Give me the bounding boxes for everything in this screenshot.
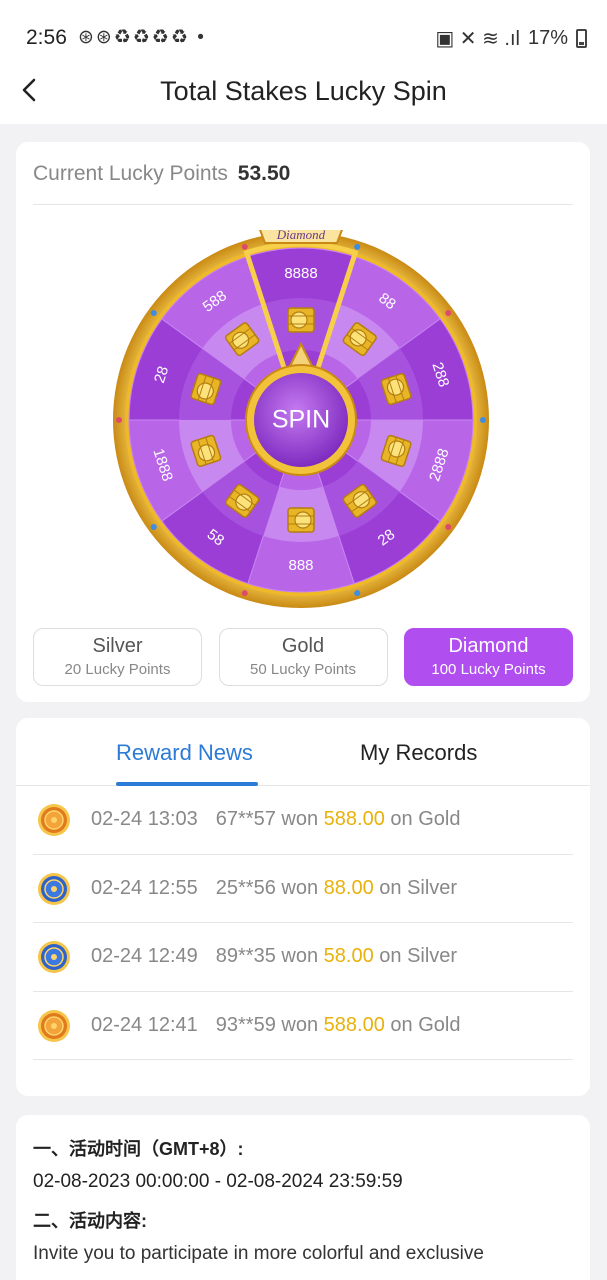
divider [33, 204, 573, 205]
lucky-points-row: Current Lucky Points 53.50 [33, 162, 290, 186]
news-row: 02-24 12:41 93**59 won 588.00 on Gold [33, 992, 573, 1060]
news-row: 02-24 13:03 67**57 won 588.00 on Gold [33, 786, 573, 855]
gold-coin-icon [38, 1009, 70, 1042]
news-tier: on Gold [390, 808, 461, 830]
tier-silver[interactable]: Silver 20 Lucky Points [33, 628, 202, 686]
news-text: 02-24 13:03 67**57 won 588.00 on Gold [91, 808, 460, 831]
activity-time-heading: 一、活动时间（GMT+8）: [33, 1139, 244, 1159]
coin-stack-icon [287, 307, 315, 333]
system-icons: ▣ ✕ ≋ .ıl [435, 28, 520, 50]
news-datetime: 02-24 12:55 [91, 876, 198, 899]
tier-selector: Silver 20 Lucky Points Gold 50 Lucky Poi… [33, 628, 573, 686]
tier-points: 50 Lucky Points [250, 661, 356, 678]
news-amount: 58.00 [323, 945, 374, 967]
news-user: 93**59 [215, 1013, 276, 1036]
tab-my-records[interactable]: My Records [360, 740, 477, 766]
tier-name: Diamond [448, 635, 529, 657]
activity-content-text: Invite you to participate in more colorf… [33, 1243, 484, 1264]
lucky-points-value: 53.50 [237, 162, 291, 185]
tier-name: Silver [92, 635, 143, 657]
news-tier: on Silver [379, 876, 458, 899]
spin-button[interactable] [247, 375, 353, 481]
tier-name: Gold [281, 635, 325, 657]
tier-banner-label: Diamond [276, 230, 326, 242]
status-time: 2:56 [26, 26, 67, 49]
activity-info-card: 一、活动时间（GMT+8）: 02-08-2023 00:00:00 - 02-… [16, 1115, 590, 1280]
news-row: 02-24 12:55 25**56 won 88.00 on Silver [33, 855, 573, 923]
coin-stack-icon [287, 507, 315, 533]
app-header: Total Stakes Lucky Spin [0, 60, 607, 124]
battery-icon [576, 29, 587, 48]
news-row: 02-24 12:49 89**35 won 58.00 on Silver [33, 923, 573, 992]
tab-reward-news[interactable]: Reward News [116, 740, 253, 766]
tier-points: 100 Lucky Points [431, 661, 546, 678]
news-amount: 588.00 [323, 808, 385, 830]
news-user: 25**56 [215, 876, 276, 899]
news-datetime: 02-24 13:03 [91, 808, 198, 830]
news-amount: 88.00 [323, 876, 374, 899]
news-won: won [281, 876, 319, 899]
news-text: 02-24 12:49 89**35 won 58.00 on Silver [91, 945, 457, 968]
news-datetime: 02-24 12:49 [91, 945, 198, 967]
lucky-spin-card: Current Lucky Points 53.50 8888 88 288 2888… [16, 142, 590, 702]
tier-gold[interactable]: Gold 50 Lucky Points [218, 628, 388, 686]
gold-coin-icon [38, 804, 70, 836]
news-amount: 588.00 [323, 1013, 385, 1036]
notification-icons: ⊛⊛♻♻♻♻ • [78, 27, 206, 48]
status-right: ▣ ✕ ≋ .ıl 17% [435, 26, 587, 51]
battery-percent: 17% [527, 27, 568, 49]
prize-wheel[interactable]: 8888 88 288 2888 28 888 58 1888 28 588 Diamond SPIN [111, 230, 491, 610]
news-user: 89**35 [215, 945, 276, 967]
segment-prize-label: 888 [288, 557, 313, 574]
activity-content-heading: 二、活动内容: [33, 1211, 147, 1231]
tier-diamond[interactable]: Diamond 100 Lucky Points [404, 628, 573, 686]
news-tier: on Silver [379, 945, 458, 967]
news-text: 02-24 12:41 93**59 won 588.00 on Gold [91, 1014, 460, 1037]
news-won: won [281, 808, 319, 830]
news-won: won [281, 945, 319, 967]
reward-news-list: 02-24 13:03 67**57 won 588.00 on Gold 02-2… [33, 786, 573, 1060]
news-tier: on Gold [390, 1013, 461, 1036]
silver-coin-icon [38, 941, 70, 973]
page-title: Total Stakes Lucky Spin [160, 76, 447, 106]
tier-points: 20 Lucky Points [64, 661, 171, 678]
segment-prize-label: 8888 [284, 265, 317, 282]
tab-bar: Reward News My Records [16, 718, 590, 786]
news-user: 67**57 [215, 808, 276, 830]
silver-coin-icon [38, 872, 70, 905]
news-datetime: 02-24 12:41 [91, 1013, 198, 1036]
news-won: won [281, 1013, 319, 1036]
activity-time-range: 02-08-2023 00:00:00 - 02-08-2024 23:59:5… [33, 1171, 403, 1192]
news-text: 02-24 12:55 25**56 won 88.00 on Silver [91, 877, 457, 900]
lucky-points-label: Current Lucky Points [33, 162, 228, 185]
reward-news-card: Reward News My Records 02-24 13:03 67**57… [16, 718, 590, 1096]
